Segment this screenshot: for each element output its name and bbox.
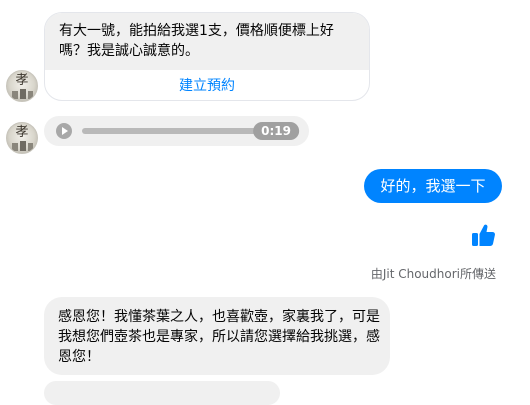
audio-duration: 0:19 (253, 122, 299, 140)
thumbs-up-icon[interactable] (470, 222, 496, 248)
sender-avatar[interactable]: 孝 (6, 122, 38, 154)
message-text: 好的，我選一下 (380, 177, 486, 195)
incoming-message-bubble: 感恩您！我懂茶葉之人，也喜歡壺，家裏我了，可是我想您們壺茶也是專家，所以請您選擇… (44, 297, 390, 375)
sender-avatar[interactable]: 孝 (6, 70, 38, 102)
play-icon[interactable] (56, 123, 72, 139)
create-appointment-button[interactable]: 建立預約 (45, 71, 369, 100)
message-text: 有大一號，能拍給我選1支，價格順便標上好嗎？我是誠心誠意的。 (59, 23, 334, 59)
message-bubble: 有大一號，能拍給我選1支，價格順便標上好嗎？我是誠心誠意的。 (45, 13, 369, 70)
message-text: 感恩您！我懂茶葉之人，也喜歡壺，家裏我了，可是我想您們壺茶也是專家，所以請您選擇… (58, 309, 380, 365)
sent-by-indicator: 由Jit Choudhori所傳送 (370, 267, 496, 281)
incoming-message-card: 有大一號，能拍給我選1支，價格順便標上好嗎？我是誠心誠意的。 建立預約 (44, 12, 370, 101)
sender-name-link[interactable]: Jit Choudhori (383, 267, 460, 281)
audio-message: 0:19 (44, 116, 309, 146)
incoming-message-bubble-partial (44, 381, 280, 405)
outgoing-message-bubble: 好的，我選一下 (364, 169, 502, 203)
